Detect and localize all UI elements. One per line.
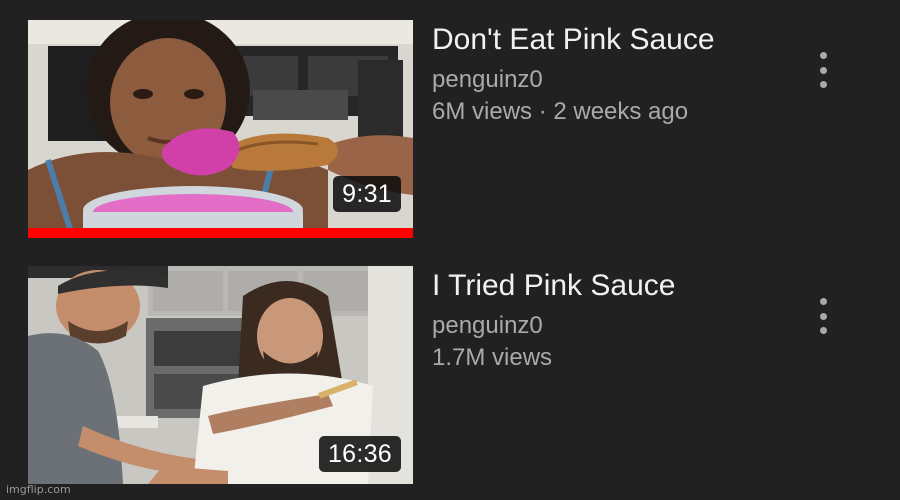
video-meta: I Tried Pink Sauce penguinz0 1.7M views <box>432 268 792 374</box>
video-thumbnail[interactable]: 9:31 <box>28 20 413 238</box>
video-list: 9:31 Don't Eat Pink Sauce penguinz0 6M v… <box>0 0 900 500</box>
dot-icon <box>819 66 827 74</box>
watch-progress-bar <box>28 228 413 238</box>
more-options-icon[interactable] <box>808 292 838 340</box>
video-stats: 6M views · 2 weeks ago <box>432 98 689 125</box>
watch-progress-fill <box>28 228 413 238</box>
video-title[interactable]: Don't Eat Pink Sauce <box>432 22 792 58</box>
more-options-icon[interactable] <box>808 46 838 94</box>
watermark-text: imgflip.com <box>6 483 71 496</box>
video-stats: 1.7M views <box>432 344 553 371</box>
dot-icon <box>819 312 827 320</box>
video-thumbnail[interactable]: 16:36 <box>28 266 413 484</box>
video-meta: Don't Eat Pink Sauce penguinz0 6M views … <box>432 22 792 128</box>
channel-name[interactable]: penguinz0 <box>432 64 792 96</box>
video-item[interactable]: 16:36 I Tried Pink Sauce penguinz0 1.7M … <box>0 266 900 484</box>
video-title[interactable]: I Tried Pink Sauce <box>432 268 792 304</box>
video-duration-badge: 9:31 <box>333 176 401 212</box>
dot-icon <box>819 52 827 59</box>
channel-name[interactable]: penguinz0 <box>432 310 792 342</box>
video-item[interactable]: 9:31 Don't Eat Pink Sauce penguinz0 6M v… <box>0 20 900 240</box>
dot-icon <box>819 81 827 88</box>
dot-icon <box>819 298 827 305</box>
dot-icon <box>819 327 827 334</box>
video-duration-badge: 16:36 <box>318 436 401 472</box>
